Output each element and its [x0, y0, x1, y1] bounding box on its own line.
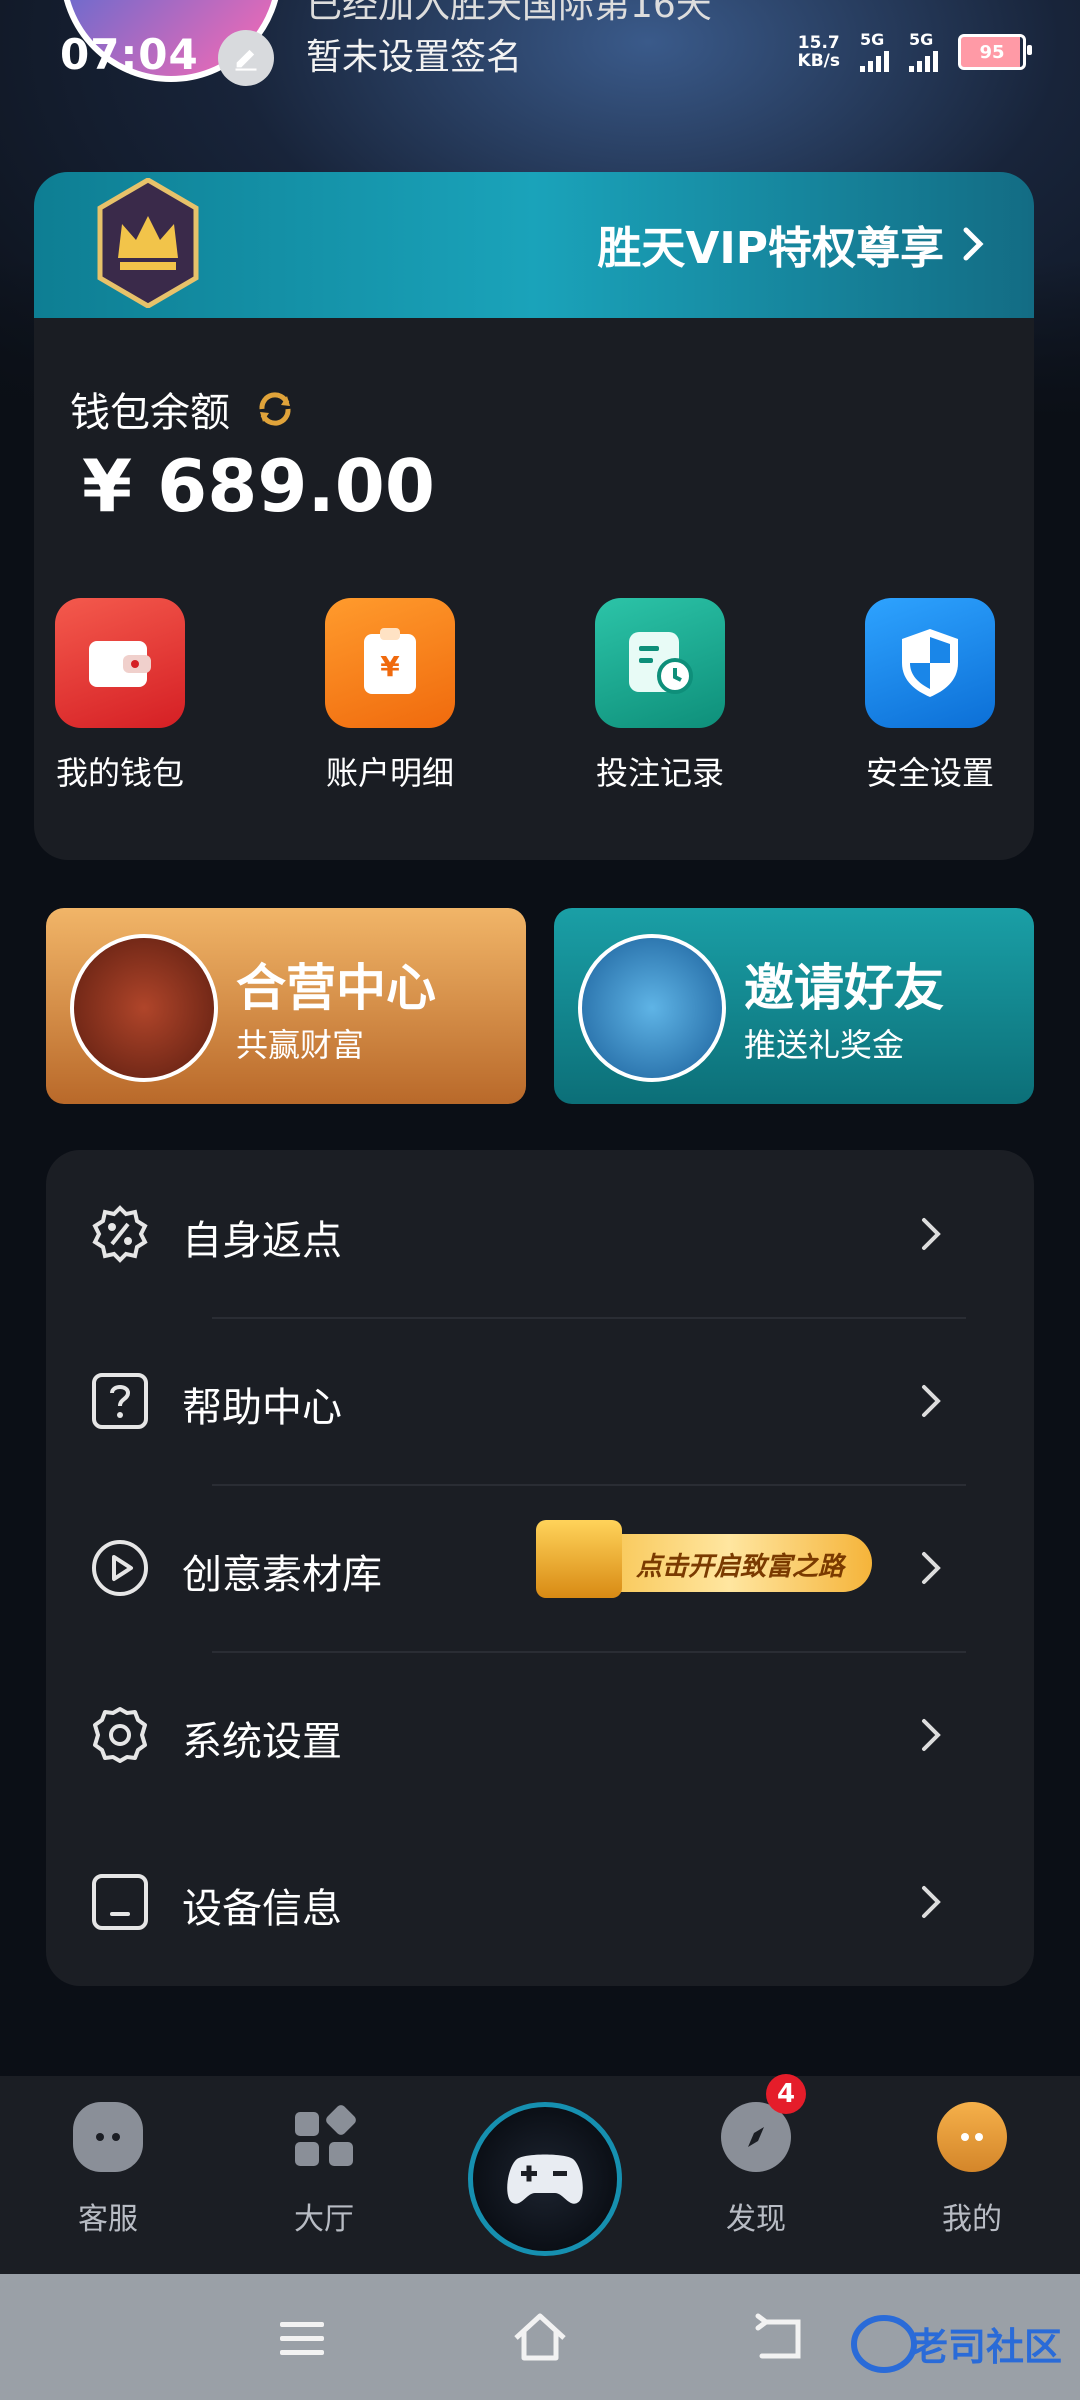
profile-signature[interactable]: 暂未设置签名 — [306, 28, 522, 80]
menu-item-device-info[interactable]: 设备信息 — [46, 1818, 1034, 1984]
signal-bars-icon — [909, 48, 938, 72]
quick-action-bet-record[interactable]: 投注记录 — [574, 598, 746, 794]
menu-label: 自身返点 — [182, 1218, 342, 1264]
chevron-right-icon — [922, 1218, 941, 1250]
fortune-gods-image — [70, 934, 218, 1082]
membership-days-text: 已经加入胜天国际第16天 — [306, 0, 712, 26]
help-question-icon — [92, 1373, 148, 1429]
sim2-label: 5G — [909, 30, 934, 49]
tab-customer-service[interactable]: 客服 — [38, 2102, 178, 2238]
sim1-label: 5G — [860, 30, 885, 49]
quick-action-security[interactable]: 安全设置 — [844, 598, 1016, 794]
device-info-icon — [92, 1874, 148, 1930]
menu-item-rebate[interactable]: 自身返点 — [46, 1150, 1034, 1316]
rebate-percent-icon — [92, 1205, 148, 1263]
play-circle-icon — [92, 1540, 148, 1596]
chevron-right-icon — [922, 1552, 941, 1584]
menu-lines-icon[interactable] — [270, 2306, 334, 2370]
edit-profile-button[interactable] — [218, 30, 274, 86]
network-speed-unit: KB/s — [797, 51, 840, 71]
chevron-right-icon — [922, 1719, 941, 1751]
chevron-right-icon — [922, 1886, 941, 1918]
chevron-right-icon — [922, 1385, 941, 1417]
treasure-chest-icon — [536, 1520, 622, 1598]
promo-title: 合营中心 — [236, 959, 436, 1017]
quick-action-my-wallet[interactable]: 我的钱包 — [34, 598, 206, 794]
status-indicators: 15.7 KB/s 5G 5G 95 — [798, 32, 1032, 72]
settings-gear-icon — [93, 1707, 147, 1763]
battery-level: 95 — [979, 41, 1005, 63]
signal-sim1: 5G — [860, 32, 889, 72]
tab-label: 客服 — [78, 2202, 138, 2237]
quick-action-label: 安全设置 — [865, 754, 994, 792]
signal-sim2: 5G — [909, 32, 938, 72]
refresh-icon[interactable] — [254, 388, 296, 430]
menu-label: 创意素材库 — [182, 1552, 382, 1598]
menu-label: 设备信息 — [182, 1886, 342, 1932]
quick-action-label: 账户明细 — [325, 754, 454, 792]
promo-subtitle: 共赢财富 — [236, 1026, 365, 1064]
settings-menu: 自身返点 帮助中心 创意素材库 点击开启致富之路 系统设置 设备信息 — [46, 1150, 1034, 1986]
network-speed-value: 15.7 — [797, 33, 840, 53]
tab-discover[interactable]: 发现 — [686, 2102, 826, 2238]
wallet-balance-amount: ¥ 689.00 — [82, 444, 436, 528]
customer-service-icon — [73, 2102, 143, 2172]
vip-banner[interactable]: 胜天VIP特权尊享 — [34, 172, 1034, 318]
vip-wallet-card: 胜天VIP特权尊享 钱包余额 ¥ 689.00 我的钱包 ¥ 账户明细 投注记录… — [34, 172, 1034, 860]
network-speed: 15.7 KB/s — [798, 34, 840, 70]
menu-item-system-settings[interactable]: 系统设置 — [46, 1651, 1034, 1817]
status-time: 07:04 — [60, 30, 199, 79]
svg-text:¥: ¥ — [380, 650, 400, 683]
menu-label: 系统设置 — [182, 1719, 342, 1765]
tab-lobby[interactable]: 大厅 — [254, 2102, 394, 2238]
monkey-king-image — [578, 934, 726, 1082]
quick-action-account-detail[interactable]: ¥ 账户明细 — [304, 598, 476, 794]
pencil-icon — [235, 49, 257, 71]
tab-label: 我的 — [942, 2202, 1002, 2237]
signal-bars-icon — [860, 48, 889, 72]
tab-my[interactable]: 我的 — [902, 2102, 1042, 2238]
quick-action-label: 我的钱包 — [55, 754, 184, 792]
svg-text:老司社区: 老司社区 — [910, 2325, 1062, 2369]
bet-record-icon — [595, 598, 725, 728]
chevron-right-icon — [963, 227, 984, 261]
discover-notification-badge: 4 — [766, 2074, 806, 2114]
tab-label: 发现 — [726, 2202, 786, 2237]
wallet-balance-label: 钱包余额 — [70, 380, 296, 438]
vip-privilege-link[interactable]: 胜天VIP特权尊享 — [597, 212, 984, 276]
banner-text: 点击开启致富之路 — [636, 1552, 845, 1582]
tab-label: 大厅 — [294, 2202, 354, 2237]
vip-privilege-label: 胜天VIP特权尊享 — [597, 223, 944, 274]
status-bar: 已经加入胜天国际第16天 07:04 暂未设置签名 15.7 KB/s 5G 5… — [0, 0, 1080, 110]
battery-icon: 95 — [958, 34, 1032, 70]
invite-friends-card[interactable]: 邀请好友 推送礼奖金 — [554, 908, 1034, 1104]
my-profile-icon — [937, 2102, 1007, 2172]
joint-venture-center-card[interactable]: 合营中心 共赢财富 — [46, 908, 526, 1104]
lobby-grid-icon — [289, 2102, 359, 2172]
promo-subtitle: 推送礼奖金 — [744, 1026, 905, 1064]
get-rich-banner[interactable]: 点击开启致富之路 — [536, 1520, 876, 1598]
gamepad-icon — [507, 2154, 583, 2204]
security-shield-icon — [865, 598, 995, 728]
back-icon[interactable] — [748, 2306, 812, 2370]
wallet-icon — [55, 598, 185, 728]
menu-item-creative-library[interactable]: 创意素材库 点击开启致富之路 — [46, 1484, 1034, 1650]
community-watermark-logo: 老司社区 — [851, 2315, 1062, 2373]
menu-label: 帮助中心 — [182, 1385, 342, 1431]
home-icon[interactable] — [508, 2306, 572, 2370]
tab-game-center[interactable] — [468, 2102, 622, 2256]
balance-label-text: 钱包余额 — [70, 390, 230, 436]
crown-badge-icon — [97, 178, 199, 308]
menu-item-help-center[interactable]: 帮助中心 — [46, 1317, 1034, 1483]
quick-action-label: 投注记录 — [595, 754, 724, 792]
promo-title: 邀请好友 — [744, 959, 944, 1017]
account-detail-icon: ¥ — [325, 598, 455, 728]
